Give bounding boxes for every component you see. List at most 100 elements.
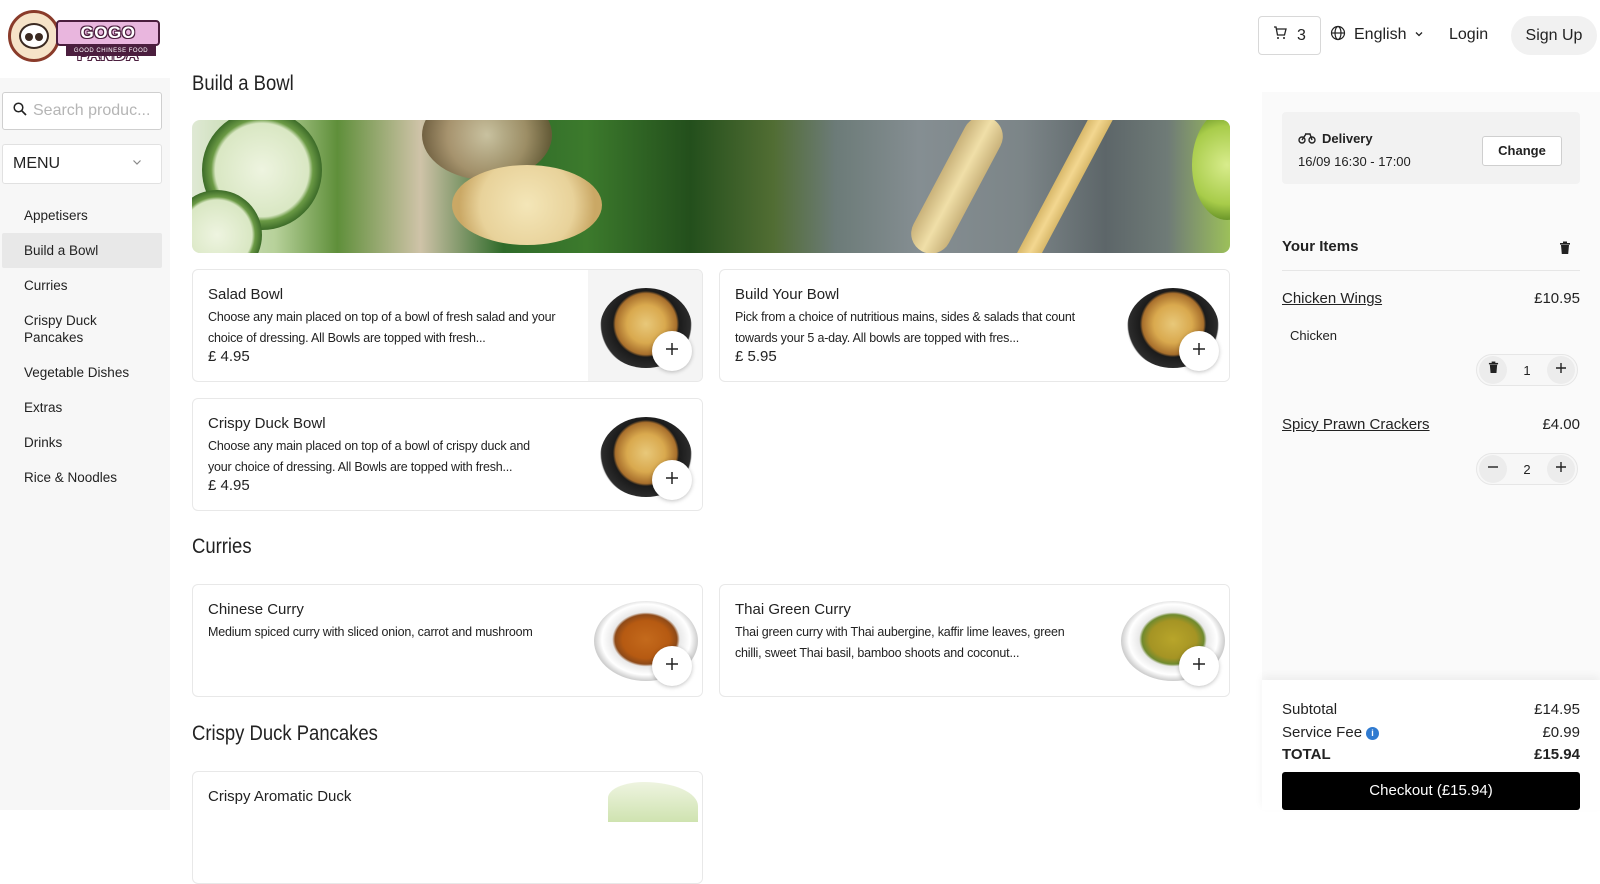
delivery-time: 16/09 16:30 - 17:00 — [1298, 154, 1411, 169]
hero-banner-image — [192, 120, 1230, 253]
subtotal-row: Subtotal £14.95 — [1282, 701, 1580, 718]
cart-item-option: Chicken — [1290, 328, 1337, 343]
sidebar-item-extras[interactable]: Extras — [2, 390, 162, 425]
change-delivery-button[interactable]: Change — [1482, 136, 1562, 166]
product-price: £ 5.95 — [735, 348, 777, 365]
add-to-cart-button[interactable] — [1179, 331, 1219, 371]
sidebar-item-appetisers[interactable]: Appetisers — [2, 198, 162, 233]
quantity-value: 2 — [1523, 461, 1531, 477]
category-nav: Appetisers Build a Bowl Curries Crispy D… — [2, 198, 162, 495]
minus-icon — [1487, 460, 1499, 478]
menu-dropdown-label: MENU — [13, 155, 61, 172]
service-fee-value: £0.99 — [1542, 724, 1580, 741]
top-header: GOGO PANDA GOOD CHINESE FOOD 3 English L… — [0, 0, 1600, 72]
product-list: Build a Bowl Salad Bowl Choose any main … — [192, 72, 1232, 884]
brand-logo[interactable]: GOGO PANDA GOOD CHINESE FOOD — [8, 10, 160, 64]
product-card-thai-green-curry[interactable]: Thai Green Curry Thai green curry with T… — [719, 584, 1230, 697]
product-card-crispy-duck-bowl[interactable]: Crispy Duck Bowl Choose any main placed … — [192, 398, 703, 511]
product-card-salad-bowl[interactable]: Salad Bowl Choose any main placed on top… — [192, 269, 703, 382]
product-name: Crispy Aromatic Duck — [208, 788, 352, 805]
language-label: English — [1354, 26, 1407, 43]
total-row: TOTAL £15.94 — [1282, 746, 1580, 763]
trash-icon — [1559, 241, 1571, 259]
brand-name: GOGO PANDA — [56, 20, 160, 64]
search-box[interactable] — [2, 92, 162, 130]
product-card-chinese-curry[interactable]: Chinese Curry Medium spiced curry with s… — [192, 584, 703, 697]
sidebar-item-crispy-duck-pancakes[interactable]: Crispy Duck Pancakes — [2, 303, 112, 355]
clear-cart-button[interactable] — [1559, 241, 1571, 260]
cart-item-price: £10.95 — [1534, 290, 1580, 307]
language-selector[interactable]: English — [1330, 23, 1424, 47]
remove-item-button[interactable] — [1479, 356, 1507, 384]
product-card-build-your-bowl[interactable]: Build Your Bowl Pick from a choice of nu… — [719, 269, 1230, 382]
login-link[interactable]: Login — [1449, 23, 1488, 47]
delivery-info: Delivery 16/09 16:30 - 17:00 Change — [1282, 112, 1580, 184]
product-card-crispy-aromatic-duck[interactable]: Crispy Aromatic Duck — [192, 771, 703, 884]
increase-quantity-button[interactable] — [1546, 356, 1575, 384]
category-sidebar: MENU Appetisers Build a Bowl Curries Cri… — [0, 78, 170, 810]
product-name: Build Your Bowl — [735, 286, 840, 303]
product-name: Salad Bowl — [208, 286, 284, 303]
sidebar-item-drinks[interactable]: Drinks — [2, 425, 162, 460]
trash-icon — [1488, 361, 1499, 379]
cart-item-name[interactable]: Spicy Prawn Crackers — [1282, 416, 1430, 433]
cart-icon — [1273, 26, 1287, 45]
quantity-stepper: 2 — [1476, 453, 1578, 485]
cart-button[interactable]: 3 — [1258, 16, 1321, 55]
add-to-cart-button[interactable] — [652, 331, 692, 371]
globe-icon — [1330, 25, 1346, 46]
menu-dropdown[interactable]: MENU — [2, 144, 162, 184]
product-name: Thai Green Curry — [735, 601, 851, 618]
total-value: £15.94 — [1534, 746, 1580, 763]
section-title: Curries — [192, 535, 252, 558]
plus-icon — [1192, 657, 1206, 676]
quantity-value: 1 — [1523, 362, 1531, 378]
divider — [1282, 270, 1580, 271]
signup-button[interactable]: Sign Up — [1511, 16, 1597, 55]
product-price: £ 4.95 — [208, 348, 250, 365]
sidebar-item-rice-noodles[interactable]: Rice & Noodles — [2, 460, 162, 495]
cart-item-price: £4.00 — [1542, 416, 1580, 433]
product-name: Crispy Duck Bowl — [208, 415, 326, 432]
order-summary: Subtotal £14.95 Service Fee i £0.99 TOTAL… — [1262, 680, 1600, 810]
service-fee-label: Service Fee — [1282, 724, 1363, 741]
brand-tagline: GOOD CHINESE FOOD — [66, 46, 156, 56]
product-price: £ 4.95 — [208, 477, 250, 494]
subtotal-label: Subtotal — [1282, 701, 1338, 718]
product-description: Choose any main placed on top of a bowl … — [208, 310, 556, 345]
add-to-cart-button[interactable] — [1179, 646, 1219, 686]
checkout-button[interactable]: Checkout (£15.94) — [1282, 772, 1580, 810]
add-to-cart-button[interactable] — [652, 646, 692, 686]
sidebar-item-build-a-bowl[interactable]: Build a Bowl — [2, 233, 162, 268]
decrease-quantity-button[interactable] — [1479, 455, 1507, 483]
sidebar-item-vegetable-dishes[interactable]: Vegetable Dishes — [2, 355, 162, 390]
sidebar-item-curries[interactable]: Curries — [2, 268, 162, 303]
product-description: Pick from a choice of nutritious mains, … — [735, 310, 1075, 345]
delivery-label: Delivery — [1322, 131, 1373, 146]
plus-icon — [665, 342, 679, 361]
service-fee-row: Service Fee i £0.99 — [1282, 724, 1580, 741]
search-icon — [13, 101, 27, 121]
total-label: TOTAL — [1282, 746, 1331, 763]
add-to-cart-button[interactable] — [652, 460, 692, 500]
info-icon[interactable]: i — [1366, 726, 1380, 740]
product-image — [588, 772, 702, 883]
increase-quantity-button[interactable] — [1546, 455, 1575, 483]
panda-icon — [8, 10, 60, 62]
search-input[interactable] — [33, 102, 153, 120]
chevron-down-icon — [131, 155, 143, 173]
quantity-stepper: 1 — [1476, 354, 1578, 386]
subtotal-value: £14.95 — [1534, 701, 1580, 718]
bike-icon — [1298, 130, 1316, 147]
plus-icon — [1192, 342, 1206, 361]
cart-count: 3 — [1297, 26, 1306, 44]
product-description: Medium spiced curry with sliced onion, c… — [208, 625, 533, 639]
your-items-heading: Your Items — [1282, 238, 1359, 255]
cart-item-name[interactable]: Chicken Wings — [1282, 290, 1382, 307]
plus-icon — [1555, 361, 1567, 379]
chevron-down-icon — [1414, 26, 1424, 44]
plus-icon — [665, 657, 679, 676]
section-title: Build a Bowl — [192, 72, 294, 95]
product-description: Choose any main placed on top of a bowl … — [208, 439, 530, 474]
product-description: Thai green curry with Thai aubergine, ka… — [735, 625, 1065, 660]
